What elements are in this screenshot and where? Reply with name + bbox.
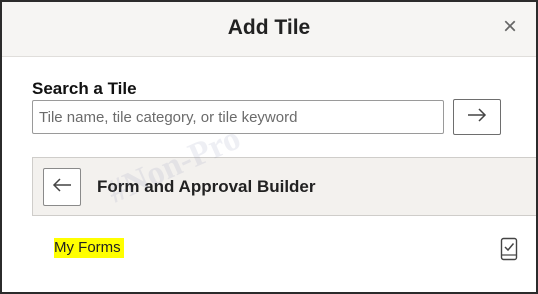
- search-input[interactable]: [32, 100, 444, 134]
- right-arrow-icon: [466, 107, 488, 128]
- category-bar: Form and Approval Builder: [32, 157, 536, 216]
- search-button[interactable]: [453, 99, 501, 135]
- add-tile-dialog: Add Tile × Search a Tile Form and Approv…: [0, 0, 538, 294]
- close-button[interactable]: ×: [498, 15, 522, 39]
- back-button[interactable]: [43, 168, 81, 206]
- tile-item-my-forms[interactable]: My Forms: [32, 231, 530, 267]
- tile-label: My Forms: [54, 238, 124, 258]
- dialog-header: Add Tile ×: [2, 2, 536, 57]
- mobile-device-check-icon: [499, 237, 519, 261]
- search-label: Search a Tile: [32, 79, 137, 98]
- left-arrow-icon: [51, 177, 73, 198]
- category-title: Form and Approval Builder: [97, 177, 316, 196]
- dialog-title: Add Tile: [227, 16, 311, 39]
